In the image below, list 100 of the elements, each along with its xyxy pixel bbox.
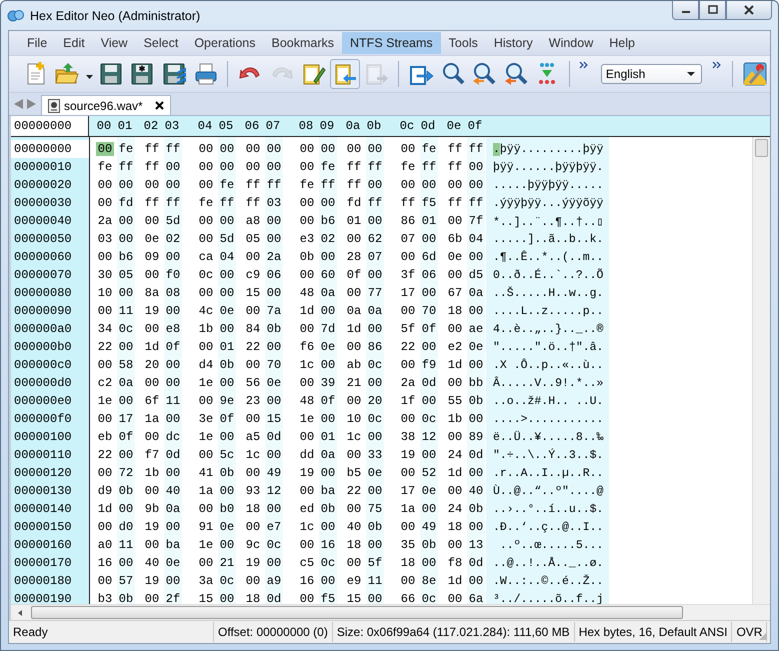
hex-byte[interactable]: 00 [420, 232, 438, 246]
hex-byte[interactable]: 00 [467, 574, 485, 588]
hex-byte[interactable]: 00 [265, 214, 283, 228]
hex-byte[interactable]: 00 [244, 412, 262, 426]
hex-byte[interactable]: 00 [366, 214, 384, 228]
hex-byte[interactable]: 16 [319, 538, 337, 552]
hex-byte[interactable]: ab [345, 358, 363, 372]
hex-byte[interactable]: fd [345, 196, 363, 210]
hex-byte[interactable]: 00 [218, 286, 236, 300]
hex-byte[interactable]: 16 [96, 556, 114, 570]
hex-byte[interactable]: 0c [319, 556, 337, 570]
hex-byte[interactable]: 00 [319, 304, 337, 318]
hex-byte[interactable]: 00 [366, 142, 384, 156]
hex-byte[interactable]: fe [96, 160, 114, 174]
hex-byte[interactable]: 20 [143, 358, 161, 372]
menu-item[interactable]: Edit [55, 32, 93, 54]
hex-byte[interactable]: 00 [96, 574, 114, 588]
hex-byte[interactable]: 6b [446, 232, 464, 246]
hex-byte[interactable]: 1d [446, 466, 464, 480]
hex-byte[interactable]: ff [319, 178, 337, 192]
hex-byte[interactable]: 00 [399, 250, 417, 264]
hex-byte[interactable]: 00 [143, 430, 161, 444]
hex-byte[interactable]: 00 [467, 358, 485, 372]
hex-byte[interactable]: 00 [197, 502, 215, 516]
hex-byte[interactable]: 00 [218, 592, 236, 604]
hex-byte[interactable]: b0 [218, 502, 236, 516]
hex-byte[interactable]: 06 [265, 268, 283, 282]
hex-byte[interactable]: 00 [366, 178, 384, 192]
hex-byte[interactable]: 01 [319, 430, 337, 444]
menu-item[interactable]: Tools [440, 32, 486, 54]
hex-byte[interactable]: 12 [265, 484, 283, 498]
hex-byte[interactable]: ff [446, 196, 464, 210]
hex-byte[interactable]: 0f [117, 430, 135, 444]
hex-byte[interactable]: f8 [446, 556, 464, 570]
hex-byte[interactable]: 0f [164, 340, 182, 354]
paste-tool-button[interactable] [330, 59, 360, 89]
hex-byte[interactable]: 19 [298, 466, 316, 480]
hex-byte[interactable]: 57 [117, 574, 135, 588]
hex-byte[interactable]: 00 [298, 142, 316, 156]
hex-byte[interactable]: 23 [244, 394, 262, 408]
hex-byte[interactable]: 00 [467, 304, 485, 318]
hex-byte[interactable]: ff [244, 196, 262, 210]
hex-byte[interactable]: 0d [265, 592, 283, 604]
hex-byte[interactable]: 00 [218, 484, 236, 498]
hex-byte[interactable]: 9c [244, 538, 262, 552]
tab-scroll-arrows-icon[interactable] [13, 99, 37, 109]
hex-byte[interactable]: fe [218, 178, 236, 192]
hex-byte[interactable]: 58 [117, 358, 135, 372]
hex-byte[interactable]: 0a [164, 502, 182, 516]
hex-byte[interactable]: ff [366, 160, 384, 174]
hex-byte[interactable]: b6 [319, 214, 337, 228]
hex-byte[interactable]: 00 [319, 142, 337, 156]
hex-byte[interactable]: 00 [197, 214, 215, 228]
hex-byte[interactable]: 55 [446, 394, 464, 408]
hex-byte[interactable]: c5 [298, 556, 316, 570]
hex-byte[interactable]: f5 [319, 592, 337, 604]
hex-byte[interactable]: 00 [265, 448, 283, 462]
hex-byte[interactable]: 00 [420, 502, 438, 516]
hex-byte[interactable]: 00 [164, 574, 182, 588]
hex-byte[interactable]: 00 [218, 268, 236, 282]
hex-byte[interactable]: bb [467, 376, 485, 390]
hex-byte[interactable]: 00 [96, 304, 114, 318]
hex-byte[interactable]: 00 [446, 376, 464, 390]
hex-byte[interactable]: ff [467, 196, 485, 210]
hex-byte[interactable]: 0d [467, 448, 485, 462]
hex-byte[interactable]: 41 [197, 466, 215, 480]
hex-byte[interactable]: 84 [244, 322, 262, 336]
hex-byte[interactable]: 0b [467, 502, 485, 516]
hex-byte[interactable]: 00 [244, 142, 262, 156]
hex-byte[interactable]: ff [143, 196, 161, 210]
hex-byte[interactable]: 00 [265, 556, 283, 570]
hex-byte[interactable]: 91 [197, 520, 215, 534]
hex-byte[interactable]: 33 [366, 448, 384, 462]
hex-byte[interactable]: 6f [143, 394, 161, 408]
hex-byte[interactable]: 00 [366, 322, 384, 336]
hex-byte[interactable]: 00 [319, 520, 337, 534]
hex-byte[interactable]: 00 [298, 160, 316, 174]
hex-byte[interactable]: 07 [366, 250, 384, 264]
hex-byte[interactable]: f0 [164, 268, 182, 282]
hex-byte[interactable]: 00 [319, 358, 337, 372]
hex-byte[interactable]: 0b [265, 322, 283, 336]
hex-byte[interactable]: f7 [143, 448, 161, 462]
hex-byte[interactable]: 19 [143, 574, 161, 588]
hex-byte[interactable]: 00 [446, 430, 464, 444]
hex-byte[interactable]: 00 [164, 160, 182, 174]
hex-byte[interactable]: 38 [399, 430, 417, 444]
hex-byte[interactable]: 00 [467, 250, 485, 264]
hex-byte[interactable]: 3e [197, 412, 215, 426]
hex-byte[interactable]: 89 [467, 430, 485, 444]
hex-byte[interactable]: 00 [446, 484, 464, 498]
hex-byte[interactable]: ba [319, 484, 337, 498]
hex-byte[interactable]: 0b [218, 466, 236, 480]
hex-byte[interactable]: 00 [143, 214, 161, 228]
hex-byte[interactable]: a8 [244, 214, 262, 228]
hex-byte[interactable]: ae [467, 322, 485, 336]
hex-byte[interactable]: 00 [265, 232, 283, 246]
hex-byte[interactable]: 00 [197, 160, 215, 174]
hex-byte[interactable]: 19 [143, 304, 161, 318]
hex-byte[interactable]: 0a [345, 304, 363, 318]
hex-byte[interactable]: 70 [265, 358, 283, 372]
